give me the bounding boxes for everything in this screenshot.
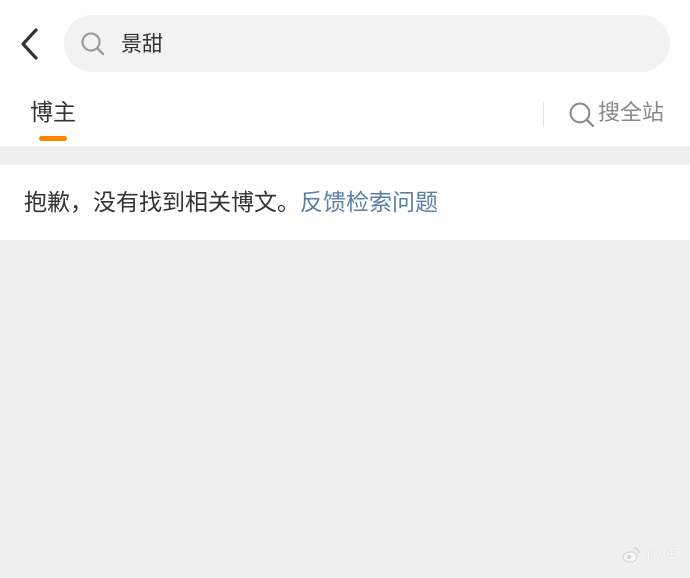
no-result-panel: 抱歉，没有找到相关博文。反馈检索问题: [0, 165, 690, 240]
search-whole-site-label: 搜全站: [598, 101, 665, 126]
watermark: 微博: [622, 546, 678, 564]
no-result-message: 抱歉，没有找到相关博文。: [24, 190, 300, 216]
search-icon: [569, 102, 595, 127]
weibo-logo-icon: [622, 547, 640, 563]
tab-label: 博主: [30, 100, 76, 126]
tab-bloggers[interactable]: 博主: [30, 96, 78, 141]
search-whole-site-button[interactable]: 搜全站: [568, 98, 664, 130]
active-tab-indicator: [39, 136, 67, 141]
chevron-left-icon: [21, 28, 38, 60]
back-button[interactable]: [12, 24, 46, 64]
no-result-message-line: 抱歉，没有找到相关博文。反馈检索问题: [24, 186, 438, 220]
top-bar: 景甜 博主 搜全站: [0, 0, 690, 146]
search-icon: [81, 32, 105, 56]
divider: [543, 101, 544, 127]
watermark-text: 微博: [645, 546, 678, 564]
feedback-link[interactable]: 反馈检索问题: [300, 190, 438, 216]
search-query: 景甜: [121, 32, 163, 56]
search-input[interactable]: 景甜: [64, 15, 670, 72]
